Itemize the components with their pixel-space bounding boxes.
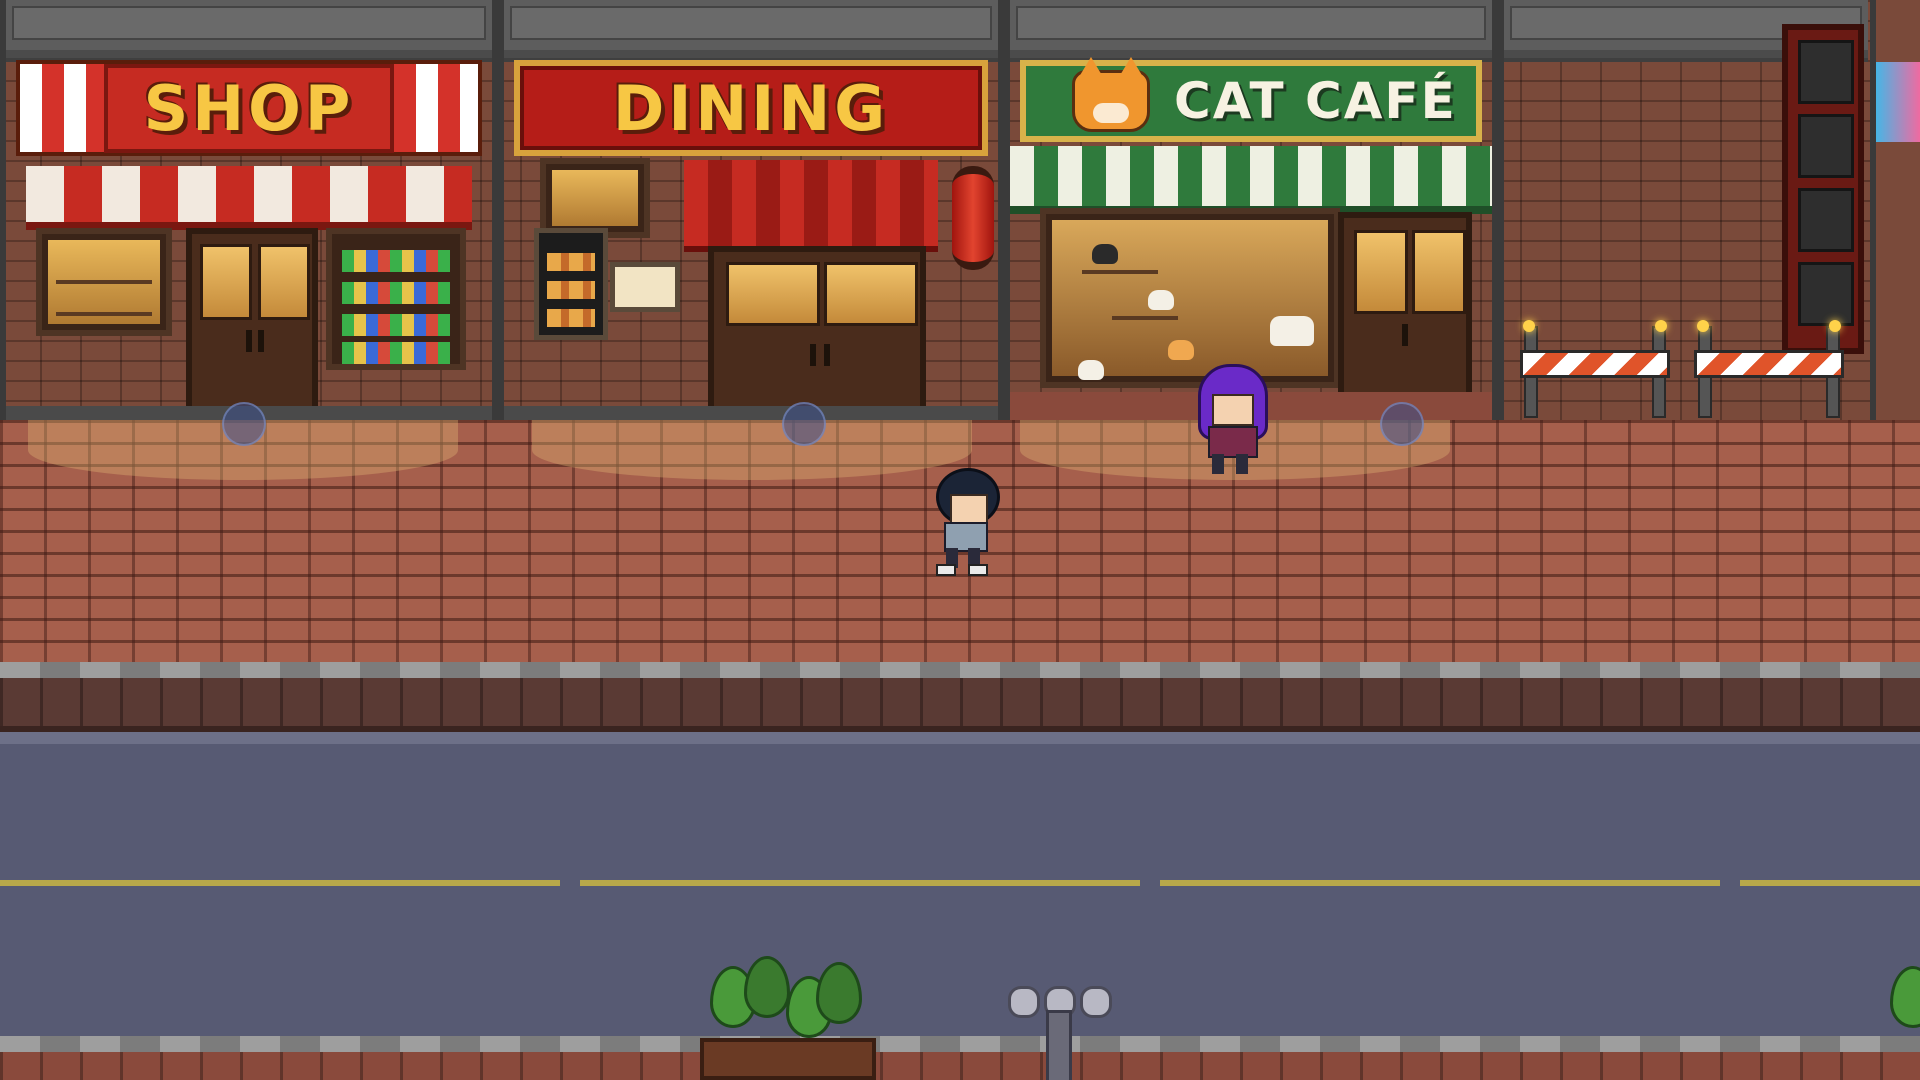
shop-door[interactable]: [186, 228, 318, 416]
dining-lantern: [952, 166, 994, 270]
cat-cafe-awning: [1010, 146, 1492, 214]
cat-figure: [1168, 340, 1194, 360]
road-barrier: [1694, 320, 1844, 418]
npc-face: [1212, 394, 1254, 426]
curb: [0, 662, 1920, 678]
cat-figure: [1078, 360, 1104, 380]
dining-roof: [504, 0, 998, 62]
cat-cafe-roof: [1010, 0, 1492, 62]
cat-logo-icon: [1072, 57, 1150, 132]
shop-window-left: [36, 228, 172, 336]
game-scene: SHOP DINING CAT CAFÉ: [0, 0, 1920, 1080]
road-barrier: [1520, 320, 1670, 418]
bottom-sidewalk: [0, 1052, 1920, 1080]
dining-storefront: DINING: [498, 0, 1004, 420]
edge-neon-sign: [1876, 62, 1920, 142]
dining-door[interactable]: [708, 246, 926, 416]
shop-roof: [6, 0, 492, 62]
shop-sign-text: SHOP: [143, 71, 355, 145]
dining-sign-text: DINING: [612, 71, 890, 145]
dining-entrance-marker[interactable]: [782, 402, 826, 446]
dining-curtain: [684, 160, 938, 252]
dining-light-pool: [532, 420, 972, 480]
shop-window-right: [326, 228, 466, 370]
cat-cafe-entrance-marker[interactable]: [1380, 402, 1424, 446]
player-face: [950, 494, 988, 524]
cat-figure: [1270, 316, 1314, 346]
cat-cafe-sign: CAT CAFÉ: [1020, 57, 1482, 142]
npc-character[interactable]: [1196, 364, 1268, 474]
road-edge: [0, 732, 1920, 744]
dining-sign: DINING: [514, 60, 988, 156]
cat-cafe-sign-text: CAT CAFÉ: [1174, 72, 1457, 130]
shop-awning: [26, 166, 472, 230]
cat-cafe-storefront: CAT CAFÉ: [1004, 0, 1498, 420]
dining-menu-poster: [610, 262, 680, 312]
planter: [1890, 956, 1920, 1080]
shop-sign: SHOP: [16, 60, 482, 156]
lane-line: [0, 880, 1920, 886]
dining-menu-board: [534, 228, 608, 340]
player-character[interactable]: [930, 468, 1000, 576]
shop-entrance-marker[interactable]: [222, 402, 266, 446]
planter: [700, 956, 876, 1080]
cat-cafe-door[interactable]: [1338, 212, 1472, 416]
cat-figure: [1148, 290, 1174, 310]
street-lamp: [1000, 986, 1116, 1080]
cat-cafe-window: [1040, 208, 1340, 388]
vertical-neon-sign: [1782, 24, 1864, 354]
cat-figure: [1092, 244, 1118, 264]
dining-upper-window: [540, 158, 650, 238]
bottom-curb: [0, 1036, 1920, 1052]
shop-storefront: SHOP: [0, 0, 498, 420]
curb-bricks: [0, 678, 1920, 732]
